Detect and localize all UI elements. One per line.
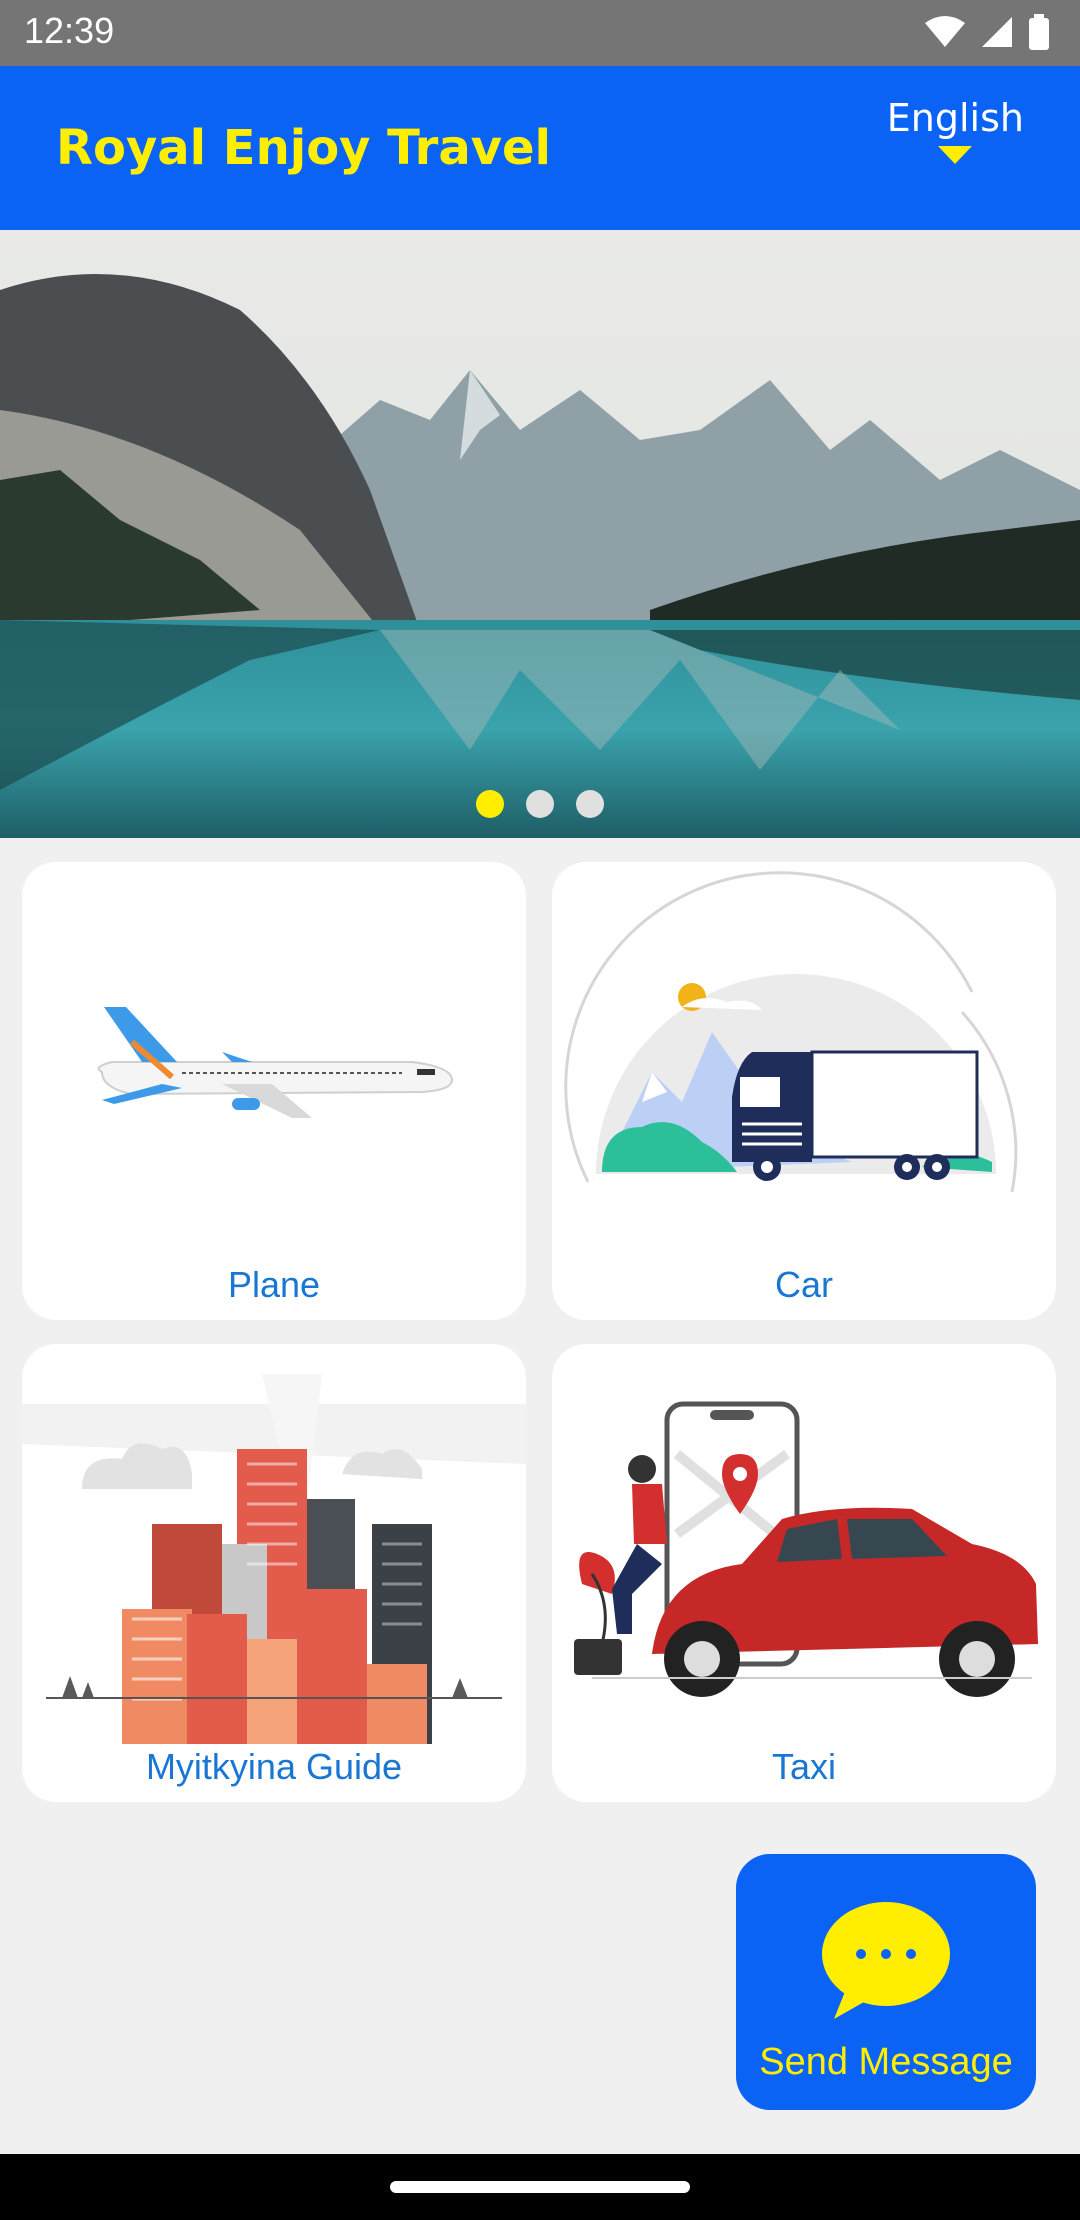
carousel-dot-1[interactable] [476, 790, 504, 818]
guide-label: Myitkyina Guide [145, 1746, 403, 1787]
chat-bubble-icon [822, 1902, 950, 2019]
signal-icon [982, 17, 1012, 47]
app-bar: Royal Enjoy Travel English [0, 66, 1080, 230]
car-card[interactable]: Car [552, 862, 1056, 1320]
status-bar: 12:39 [0, 0, 1080, 66]
app-title: Royal Enjoy Travel [56, 120, 551, 176]
wifi-icon [925, 16, 965, 47]
truck-illustration [564, 871, 1018, 1193]
taxi-label: Taxi [771, 1746, 837, 1787]
taxi-illustration [574, 1401, 1038, 1697]
airplane-illustration [97, 1007, 454, 1118]
caret-down-icon [938, 146, 973, 164]
status-time: 12:39 [24, 10, 115, 51]
send-message-button[interactable]: Send Message [736, 1854, 1036, 2110]
battery-icon [1029, 14, 1049, 50]
plane-card[interactable]: Plane [22, 862, 526, 1320]
taxi-card[interactable]: Taxi [552, 1344, 1056, 1802]
send-message-label: Send Message [759, 2041, 1013, 2083]
home-gesture-handle[interactable] [390, 2181, 690, 2193]
banner-carousel[interactable] [0, 230, 1080, 838]
carousel-indicators [0, 790, 1080, 818]
city-illustration [22, 1374, 526, 1744]
language-label: English [886, 96, 1024, 140]
carousel-dot-2[interactable] [526, 790, 554, 818]
banner-image [0, 230, 1080, 838]
status-icons [924, 14, 1050, 50]
guide-card[interactable]: Myitkyina Guide [22, 1344, 526, 1802]
system-nav-bar [0, 2154, 1080, 2220]
plane-label: Plane [227, 1264, 321, 1305]
language-dropdown[interactable]: English [887, 96, 1024, 164]
carousel-dot-3[interactable] [576, 790, 604, 818]
car-label: Car [774, 1264, 833, 1305]
